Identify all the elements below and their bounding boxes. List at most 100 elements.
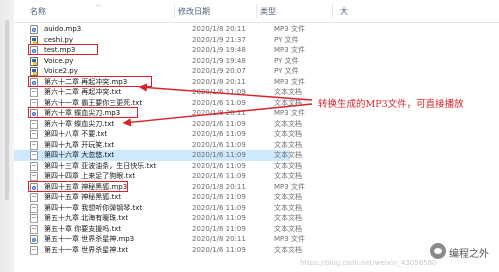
navigation-scrollbar[interactable] bbox=[5, 20, 9, 200]
file-name: ceshi.py bbox=[44, 35, 73, 44]
file-explorer: ︿ 名称 修改日期 类型 大 auido.mp3 2020/1/8 20:11 MP… bbox=[0, 0, 499, 272]
mp3-file-icon bbox=[30, 109, 38, 118]
file-name: 第四十三章 亚波油条，生日快乐.txt bbox=[44, 161, 157, 170]
navigation-pane-edge bbox=[0, 0, 14, 272]
file-type: PY 文件 bbox=[274, 35, 299, 44]
annotation-text: 转换生成的MP3文件，可直接播放 bbox=[318, 99, 464, 110]
text-file-icon bbox=[30, 119, 38, 129]
file-name: 第四十五章 神秘黑狐.mp3 bbox=[44, 182, 128, 191]
column-divider[interactable] bbox=[332, 4, 333, 18]
column-header-name[interactable]: 名称 bbox=[30, 6, 46, 17]
column-header-date[interactable]: 修改日期 bbox=[178, 6, 210, 17]
file-name: 第四十一章 我想听你弹钢琴.txt bbox=[44, 203, 143, 212]
file-modified-date: 2020/1/8 20:11 bbox=[192, 182, 246, 191]
file-row[interactable]: 第四十六章 大忽悠.txt 2020/1/6 11:09 文本文档 bbox=[14, 150, 302, 161]
file-type: MP3 文件 bbox=[274, 109, 305, 117]
column-divider[interactable] bbox=[174, 4, 175, 18]
text-file-icon bbox=[30, 203, 38, 213]
file-name: 第六十章 蝶血尖刀.txt bbox=[44, 119, 115, 128]
file-type: 文本文档 bbox=[274, 140, 302, 149]
file-row[interactable]: 第五十九章 北海有暖珠.txt 2020/1/6 11:09 文本文档 bbox=[14, 213, 302, 224]
file-name: 第五十一章 世界杀星神.txt bbox=[44, 245, 129, 254]
file-name: 第五十一章 世界杀星神.mp3 bbox=[44, 235, 135, 243]
file-row[interactable]: 第四十九章 开玩笑.txt 2020/1/6 11:09 文本文档 bbox=[14, 140, 302, 151]
file-row[interactable]: 第五十一章 世界杀星神.txt 2020/1/6 11:09 文本文档 bbox=[14, 245, 302, 256]
column-header-size[interactable]: 大 bbox=[340, 6, 348, 17]
file-row[interactable]: 第六十章 蝶血尖刀.mp3 2020/1/8 20:11 MP3 文件 bbox=[14, 107, 305, 119]
text-file-icon bbox=[30, 88, 38, 97]
text-file-icon bbox=[30, 151, 38, 160]
file-name: 第六十二章 再起冲突.mp3 bbox=[44, 77, 128, 86]
file-name: 第五十章 你要支援吗.txt bbox=[44, 224, 122, 233]
file-type: 文本文档 bbox=[274, 151, 302, 159]
text-file-icon bbox=[30, 140, 38, 150]
file-type: 文本文档 bbox=[274, 214, 302, 222]
file-row[interactable]: 第六十二章 再起冲突.txt 2020/1/6 11:09 文本文档 bbox=[14, 87, 302, 98]
file-name: 第六十章 蝶血尖刀.mp3 bbox=[44, 109, 121, 117]
file-row[interactable]: 第六十章 蝶血尖刀.txt 2020/1/6 11:09 文本文档 bbox=[14, 119, 302, 130]
file-type: PY 文件 bbox=[274, 67, 299, 75]
file-row[interactable]: Voice.py 2020/1/9 19:48 PY 文件 bbox=[14, 56, 299, 67]
file-row[interactable]: 第六十一章 霸王要你三更死.txt 2020/1/6 11:09 文本文档 bbox=[14, 98, 302, 109]
file-row[interactable]: 第四十八章 不要.txt 2020/1/6 11:09 文本文档 bbox=[14, 129, 302, 140]
file-modified-date: 2020/1/6 11:09 bbox=[192, 119, 246, 128]
text-file-icon bbox=[30, 214, 38, 223]
text-file-icon bbox=[30, 224, 38, 234]
file-row[interactable]: 第四十五章 神秘黑狐.txt 2020/1/6 11:09 文本文档 bbox=[14, 192, 302, 203]
file-row[interactable]: 第四十三章 亚波油条，生日快乐.txt 2020/1/6 11:09 文本文档 bbox=[14, 161, 302, 172]
file-row[interactable]: 第六十二章 再起冲突.mp3 2020/1/8 20:11 MP3 文件 bbox=[14, 75, 305, 88]
sort-caret-icon: ︿ bbox=[96, 2, 102, 8]
file-modified-date: 2020/1/6 11:09 bbox=[192, 151, 246, 159]
python-file-icon bbox=[30, 56, 38, 66]
file-type: MP3 文件 bbox=[274, 46, 305, 54]
watermark-brand: 编程之外 bbox=[449, 249, 489, 260]
file-row[interactable]: test.mp3 2020/1/9 19:48 MP3 文件 bbox=[14, 44, 305, 56]
file-modified-date: 2020/1/9 19:48 bbox=[192, 46, 246, 54]
file-row[interactable]: 第四十一章 我想听你弹钢琴.txt 2020/1/6 11:09 文本文档 bbox=[14, 203, 302, 214]
text-file-icon bbox=[30, 172, 38, 181]
file-modified-date: 2020/1/6 11:09 bbox=[192, 140, 246, 149]
file-modified-date: 2020/1/8 20:11 bbox=[192, 109, 246, 117]
text-file-icon bbox=[30, 161, 38, 171]
mp3-file-icon bbox=[30, 182, 38, 192]
file-row[interactable]: 第四十五章 神秘黑狐.mp3 2020/1/8 20:11 MP3 文件 bbox=[14, 180, 305, 193]
file-modified-date: 2020/1/8 20:11 bbox=[192, 25, 246, 33]
file-row[interactable]: 第四十四章 上来足了狗眼.txt 2020/1/6 11:09 文本文档 bbox=[14, 171, 302, 182]
file-row[interactable]: ceshi.py 2020/1/9 21:37 PY 文件 bbox=[14, 35, 299, 46]
file-modified-date: 2020/1/8 20:11 bbox=[192, 77, 246, 86]
python-file-icon bbox=[30, 35, 38, 45]
file-type: 文本文档 bbox=[274, 98, 302, 107]
file-type: MP3 文件 bbox=[274, 25, 305, 33]
file-row[interactable]: 第五十章 你要支援吗.txt 2020/1/6 11:09 文本文档 bbox=[14, 224, 302, 235]
file-modified-date: 2020/1/6 11:09 bbox=[192, 245, 246, 254]
file-type: 文本文档 bbox=[274, 193, 302, 201]
file-type: 文本文档 bbox=[274, 203, 302, 212]
column-header-type[interactable]: 类型 bbox=[260, 6, 276, 17]
mp3-file-icon bbox=[30, 46, 38, 55]
file-row[interactable]: auido.mp3 2020/1/8 20:11 MP3 文件 bbox=[14, 24, 305, 35]
file-type: 文本文档 bbox=[274, 172, 302, 180]
file-type: MP3 文件 bbox=[274, 235, 305, 243]
wechat-logo-icon bbox=[430, 243, 446, 259]
file-modified-date: 2020/1/6 11:09 bbox=[192, 193, 246, 201]
column-divider[interactable] bbox=[256, 4, 257, 18]
file-type: 文本文档 bbox=[274, 224, 302, 233]
file-modified-date: 2020/1/6 11:09 bbox=[192, 203, 246, 212]
file-modified-date: 2020/1/6 11:09 bbox=[192, 172, 246, 180]
file-name: 第四十四章 上来足了狗眼.txt bbox=[44, 172, 136, 180]
file-modified-date: 2020/1/6 11:09 bbox=[192, 161, 246, 170]
text-file-icon bbox=[30, 245, 38, 255]
file-type: 文本文档 bbox=[274, 161, 302, 170]
file-row[interactable]: Voice2.py 2020/1/9 20:07 PY 文件 bbox=[14, 66, 299, 77]
file-row[interactable]: 第五十一章 世界杀星神.mp3 2020/1/8 20:11 MP3 文件 bbox=[14, 234, 305, 245]
file-name: 第四十五章 神秘黑狐.txt bbox=[44, 193, 122, 201]
python-file-icon bbox=[30, 67, 38, 76]
file-name: 第六十二章 再起冲突.txt bbox=[44, 88, 122, 96]
file-type: 文本文档 bbox=[274, 88, 302, 96]
file-modified-date: 2020/1/9 20:07 bbox=[192, 67, 246, 75]
file-name: 第四十八章 不要.txt bbox=[44, 130, 108, 138]
file-modified-date: 2020/1/9 21:37 bbox=[192, 35, 246, 44]
column-header: ︿ 名称 修改日期 类型 大 bbox=[14, 0, 499, 23]
file-name: test.mp3 bbox=[44, 46, 76, 54]
file-name: 第四十六章 大忽悠.txt bbox=[44, 151, 115, 159]
